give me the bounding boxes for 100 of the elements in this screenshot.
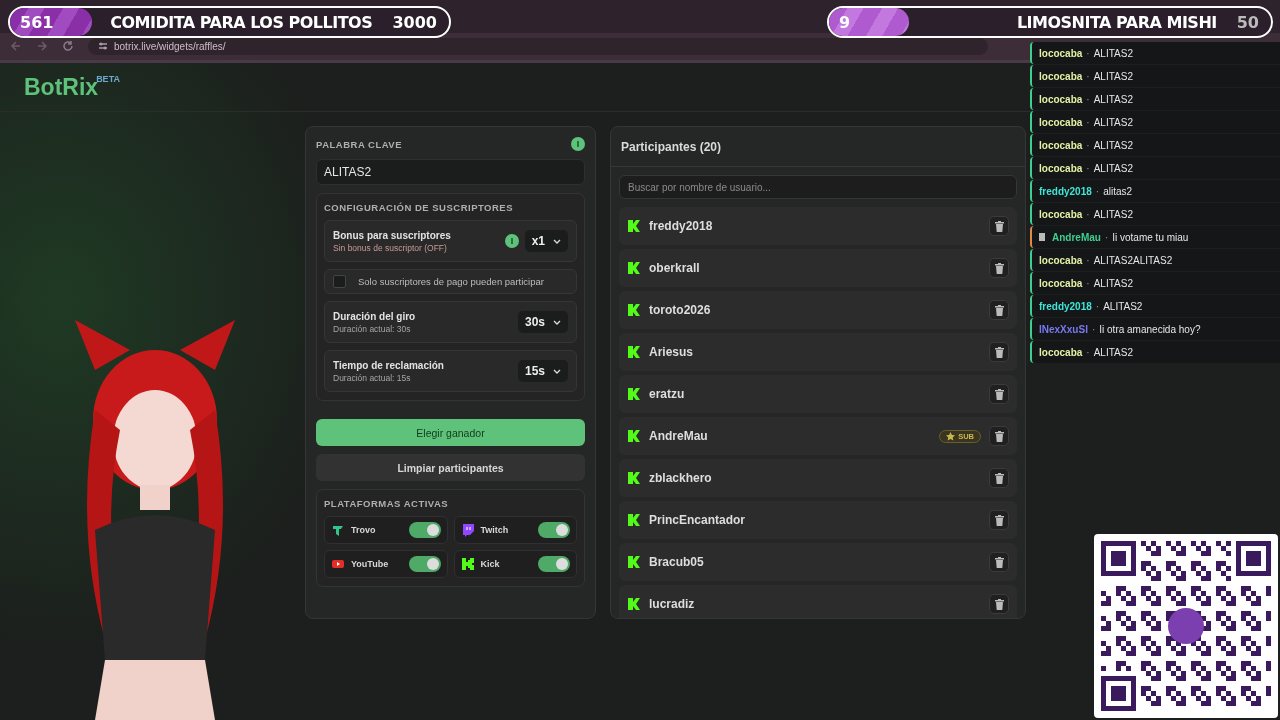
trash-icon [994,598,1004,610]
separator-dot: · [1104,231,1109,243]
delete-button[interactable] [989,510,1009,530]
platform-logo-icon [627,471,641,485]
delete-button[interactable] [989,552,1009,572]
chat-username: lococaba [1039,254,1083,266]
chat-username: lococaba [1039,162,1083,174]
platform-name: Trovo [351,525,377,535]
chat-username: freddy2018 [1039,300,1092,312]
dropdown[interactable]: 30s [517,311,568,333]
reload-icon[interactable] [62,40,74,52]
chat-username: INexXxuSI [1039,323,1088,335]
site-settings-icon [98,41,108,51]
platform-logo-icon [627,597,641,611]
delete-button[interactable] [989,594,1009,614]
chat-text: ALITAS2 [1093,208,1133,220]
participant-name: eratzu [649,387,685,401]
separator-dot: · [1091,323,1096,335]
participant-row[interactable]: Ariesus [619,333,1017,371]
platform-name: YouTube [351,559,390,569]
address-bar[interactable]: botrix.live/widgets/raffles/ [88,37,988,55]
platform-logo-icon [460,557,475,571]
chevron-down-icon [553,319,561,325]
platform-logo-icon [627,387,641,401]
keyword-field[interactable]: ALITAS2 [316,159,585,185]
chat-text: alitas2 [1103,185,1133,197]
separator-dot: · [1086,139,1090,151]
delete-button[interactable] [989,342,1009,362]
star-icon [946,431,956,441]
participant-name: Bracub05 [649,555,704,569]
info-icon [571,137,585,151]
setting-title: Duración del giro [333,310,417,322]
checkbox[interactable] [333,275,346,288]
participant-name: PrincEncantador [649,513,746,527]
trash-icon [994,514,1004,526]
toggle-switch[interactable] [408,522,441,538]
goal-count: 9 [838,12,852,32]
chat-text: ALITAS2 [1093,47,1133,59]
platform-logo-icon [627,219,641,233]
participant-row[interactable]: Bracub05 [619,543,1017,581]
dropdown[interactable]: 15s [517,360,568,382]
toggle-switch[interactable] [538,522,570,538]
chat-text: ALITAS2 [1093,93,1133,105]
setting-title: Tiempo de reclamación [333,359,445,371]
platform-logo-icon [627,555,641,569]
chat-username: lococaba [1039,139,1083,151]
participant-row[interactable]: oberkrall [619,249,1017,287]
chevron-down-icon [553,238,561,244]
participant-row[interactable]: eratzu [619,375,1017,413]
delete-button[interactable] [989,384,1009,404]
delete-button[interactable] [989,426,1009,446]
dropdown-value: 15s [524,364,545,378]
goal-count: 561 [19,12,55,32]
toggle-switch[interactable] [538,556,570,572]
checkbox-label: Solo suscriptores de pago pueden participar [358,276,544,287]
participant-row[interactable]: zblackhero [619,459,1017,497]
panel-title: Participantes (20) [611,127,1025,167]
chat-text: ALITAS2 [1093,162,1133,174]
delete-button[interactable] [989,300,1009,320]
separator-dot: · [1086,116,1090,128]
play-icon [331,557,345,571]
pick-winner-button[interactable]: Elegir ganador [316,419,585,446]
participant-row[interactable]: freddy2018 [619,207,1017,245]
setting-description: Sin bonus de suscriptor (OFF) [333,242,448,253]
dropdown[interactable]: x1 [524,230,568,252]
setting-title: Bonus para suscriptores [333,229,452,241]
trash-icon [994,472,1004,484]
trash-icon [994,430,1004,442]
separator-dot: · [1086,162,1090,174]
separator-dot: · [1086,93,1090,105]
setting-description: Duración actual: 15s [333,372,412,383]
participant-row[interactable]: lucradiz [619,585,1017,618]
toggle-switch[interactable] [408,556,441,572]
trash-icon [994,346,1004,358]
participant-row[interactable]: toroto2026 [619,291,1017,329]
chat-text: ALITAS2 [1093,277,1133,289]
dropdown-value: 30s [524,315,545,329]
goal-target: 50 [1236,12,1260,32]
participant-name: AndreMau [649,429,708,443]
chat-text: ALITAS2ALITAS2 [1093,254,1173,266]
platform-logo-icon [460,523,475,537]
participant-name: freddy2018 [649,219,713,233]
section-label: CONFIGURACIÓN DE SUSCRIPTORES [324,202,515,213]
platform-logo-icon [331,523,345,537]
chat-text: ALITAS2 [1093,116,1133,128]
delete-button[interactable] [989,216,1009,236]
delete-button[interactable] [989,468,1009,488]
search-field[interactable]: Buscar por nombre de usuario... [619,175,1017,199]
separator-dot: · [1086,254,1090,266]
participant-name: Ariesus [649,345,694,359]
delete-button[interactable] [989,258,1009,278]
dropdown-value: x1 [531,234,545,248]
trash-icon [994,556,1004,568]
section-label: PALABRA CLAVE [316,138,403,150]
trash-icon [994,304,1004,316]
clear-participants-button[interactable]: Limpiar participantes [316,454,585,481]
participant-name: lucradiz [649,597,695,611]
participant-row[interactable]: PrincEncantador [619,501,1017,539]
chat-username: freddy2018 [1039,185,1092,197]
chat-username: lococaba [1039,116,1083,128]
